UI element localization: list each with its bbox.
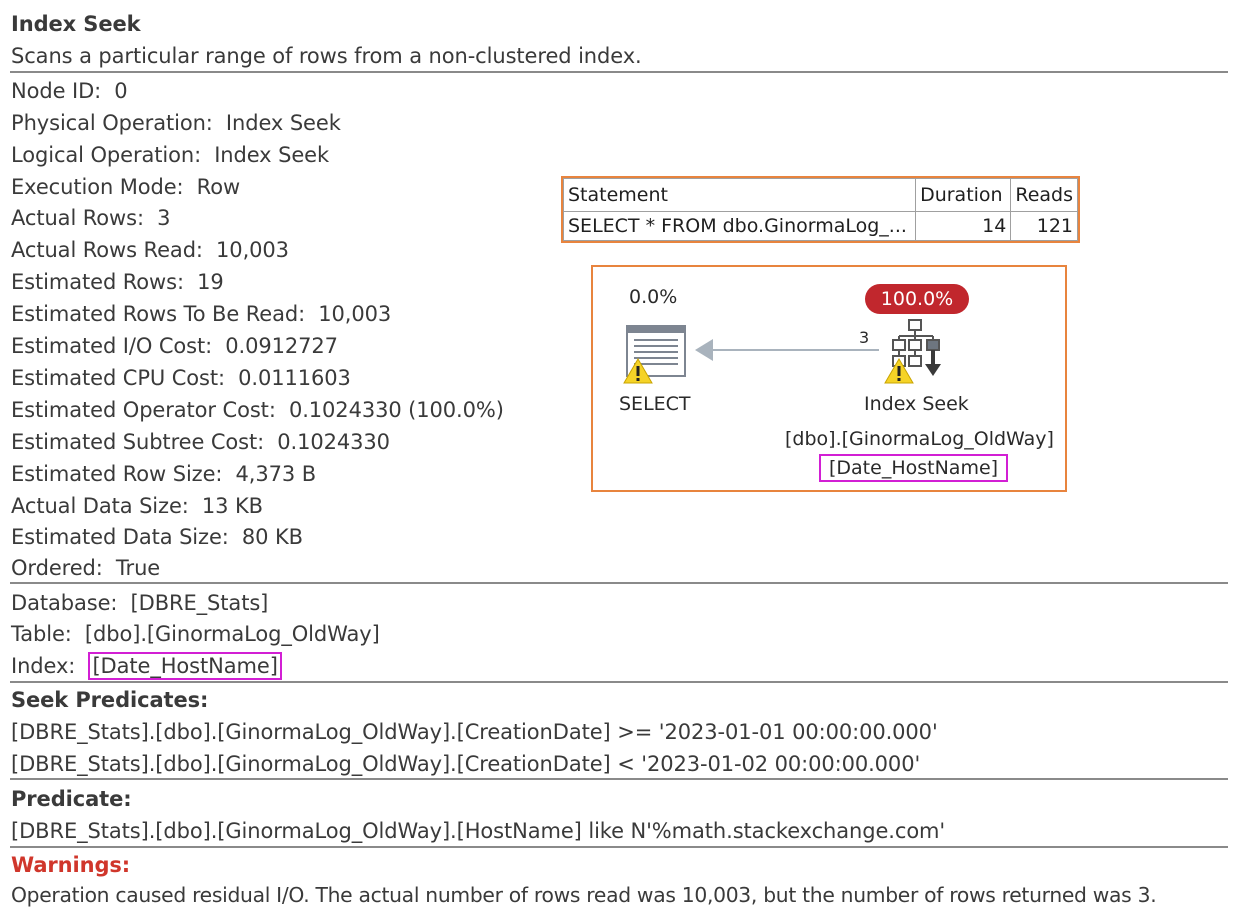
seek-predicate-line: [DBRE_Stats].[dbo].[GinormaLog_OldWay].[… [11, 752, 921, 776]
divider [10, 71, 1228, 73]
select-cost: 0.0% [629, 286, 678, 308]
property-line: Node ID: 0 [11, 79, 128, 103]
property-line: Execution Mode: Row [11, 175, 241, 199]
predicate-heading: Predicate: [11, 787, 132, 811]
select-label: SELECT [619, 393, 691, 415]
grid-header-duration[interactable]: Duration [915, 178, 1012, 212]
grid-header-statement[interactable]: Statement [562, 178, 917, 212]
operator-title: Index Seek [11, 12, 141, 36]
warning-icon [623, 358, 653, 384]
grid-cell-statement[interactable]: SELECT * FROM dbo.GinormaLog_... [562, 211, 917, 241]
seek-cost-badge: 100.0% [865, 284, 969, 314]
property-line: Estimated Rows: 19 [11, 270, 224, 294]
seek-predicate-line: [DBRE_Stats].[dbo].[GinormaLog_OldWay].[… [11, 720, 938, 744]
statement-grid[interactable]: Statement Duration Reads SELECT * FROM d… [561, 176, 1080, 243]
seek-predicates-heading: Seek Predicates: [11, 688, 209, 712]
property-line: Estimated I/O Cost: 0.0912727 [11, 334, 338, 358]
grid-cell-reads[interactable]: 121 [1010, 211, 1078, 241]
property-line: Physical Operation: Index Seek [11, 111, 341, 135]
warning-icon [884, 358, 914, 384]
property-line: Ordered: True [11, 556, 161, 580]
warnings-heading: Warnings: [11, 853, 131, 877]
seek-index-highlight: [Date_HostName] [819, 454, 1009, 482]
property-line: Estimated Rows To Be Read: 10,003 [11, 302, 392, 326]
property-line: Estimated Subtree Cost: 0.1024330 [11, 430, 390, 454]
predicate-line: [DBRE_Stats].[dbo].[GinormaLog_OldWay].[… [11, 819, 946, 843]
property-line: Actual Data Size: 13 KB [11, 494, 263, 518]
grid-header-reads[interactable]: Reads [1010, 178, 1078, 212]
grid-cell-duration[interactable]: 14 [915, 211, 1012, 241]
seek-object-name: [dbo].[GinormaLog_OldWay] [785, 428, 1054, 450]
property-line: Estimated Data Size: 80 KB [11, 525, 303, 549]
warning-message: Operation caused residual I/O. The actua… [11, 883, 1157, 907]
property-line: Actual Rows: 3 [11, 206, 171, 230]
property-line: Logical Operation: Index Seek [11, 143, 330, 167]
divider [10, 681, 1228, 683]
index-label: Index: [11, 654, 89, 678]
property-line: Estimated Row Size: 4,373 B [11, 462, 317, 486]
property-line: Estimated CPU Cost: 0.0111603 [11, 366, 351, 390]
arrow-row-count: 3 [859, 328, 870, 347]
property-line: Actual Rows Read: 10,003 [11, 238, 289, 262]
seek-label: Index Seek [864, 393, 969, 415]
divider [10, 778, 1228, 780]
divider [10, 582, 1228, 584]
index-name-highlight: [Date_HostName] [88, 652, 282, 680]
database-line: Database: [DBRE_Stats] [11, 591, 269, 615]
data-flow-arrow [695, 339, 879, 361]
execution-plan-diagram: 0.0% 100.0% 3 SELECT Index Seek [dbo].[G… [591, 265, 1067, 492]
divider [10, 846, 1228, 848]
property-line: Estimated Operator Cost: 0.1024330 (100.… [11, 398, 504, 422]
index-line: Index: [Date_HostName] [11, 652, 282, 680]
table-line: Table: [dbo].[GinormaLog_OldWay] [11, 622, 380, 646]
operator-description: Scans a particular range of rows from a … [11, 44, 642, 68]
